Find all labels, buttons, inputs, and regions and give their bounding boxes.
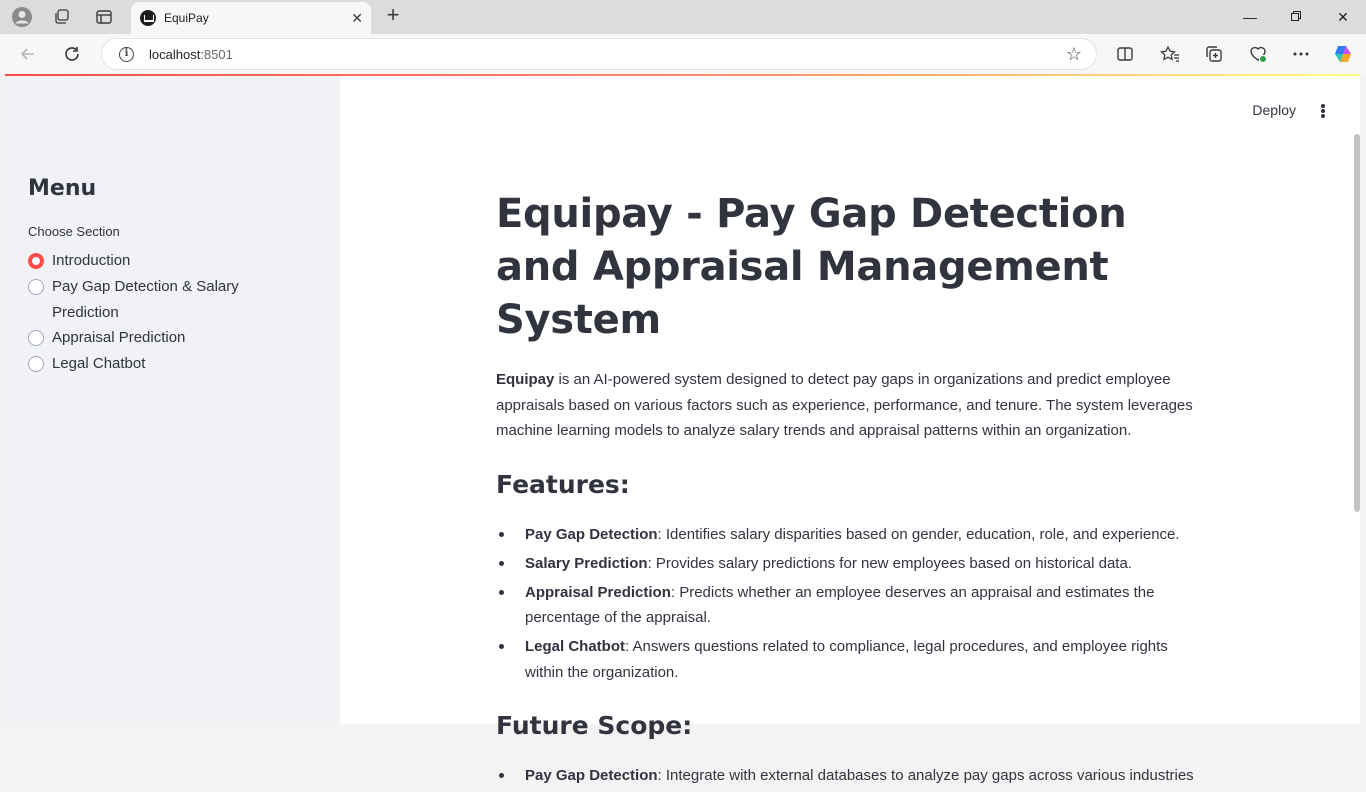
- minimize-icon[interactable]: —: [1241, 8, 1259, 26]
- workspaces-icon[interactable]: [51, 6, 73, 28]
- favorite-star-icon[interactable]: ☆: [1066, 44, 1082, 65]
- site-info-icon[interactable]: i: [119, 47, 134, 62]
- more-options-icon[interactable]: [1290, 43, 1312, 65]
- close-tab-icon[interactable]: ✕: [351, 10, 363, 26]
- page-content: Equipay - Pay Gap Detection and Appraisa…: [496, 188, 1196, 792]
- radio-option-label: Introduction: [52, 252, 131, 269]
- radio-option-legal-chatbot[interactable]: Legal Chatbot: [28, 355, 242, 377]
- radio-option-appraisal[interactable]: Appraisal Prediction: [28, 329, 242, 351]
- browser-essentials-icon[interactable]: [1247, 43, 1269, 65]
- radio-selected-icon[interactable]: [28, 253, 44, 269]
- list-item: Pay Gap Detection: Integrate with extern…: [496, 763, 1196, 789]
- profile-icon[interactable]: [11, 6, 33, 28]
- list-item: Legal Chatbot: Answers questions related…: [496, 634, 1196, 685]
- back-icon[interactable]: [16, 42, 40, 66]
- url-text: localhost:8501: [149, 47, 233, 62]
- radio-option-label: Appraisal Prediction: [52, 329, 186, 346]
- radio-option-pay-gap[interactable]: Pay Gap Detection & Salary Prediction: [28, 278, 242, 326]
- list-item: Salary Prediction: Provides salary predi…: [496, 551, 1196, 577]
- sidebar-title: Menu: [28, 176, 97, 201]
- tab-actions-icon[interactable]: [93, 6, 115, 28]
- radio-option-label: Pay Gap Detection & Salary Prediction: [52, 278, 239, 321]
- main-menu-icon[interactable]: [1315, 102, 1331, 120]
- radio-unselected-icon[interactable]: [28, 279, 44, 295]
- features-list: Pay Gap Detection: Identifies salary dis…: [496, 522, 1196, 686]
- close-window-icon[interactable]: ✕: [1334, 8, 1352, 26]
- split-screen-icon[interactable]: [1114, 43, 1136, 65]
- new-tab-icon[interactable]: +: [382, 4, 404, 27]
- radio-unselected-icon[interactable]: [28, 330, 44, 346]
- copilot-icon[interactable]: [1332, 43, 1354, 65]
- features-heading: Features:: [496, 469, 630, 499]
- radio-option-introduction[interactable]: Introduction: [28, 252, 242, 274]
- address-bar[interactable]: i localhost:8501 ☆: [101, 38, 1097, 70]
- intro-paragraph: Equipay is an AI-powered system designed…: [496, 371, 1193, 439]
- tab-equipay[interactable]: EquiPay ✕: [131, 2, 371, 34]
- radio-unselected-icon[interactable]: [28, 356, 44, 372]
- streamlit-favicon-icon: [140, 10, 156, 26]
- list-item: Appraisal Prediction: Predicts whether a…: [496, 580, 1196, 631]
- restore-icon[interactable]: [1287, 8, 1305, 26]
- tab-title: EquiPay: [164, 11, 209, 25]
- page-title: Equipay - Pay Gap Detection and Appraisa…: [496, 191, 1127, 343]
- reload-icon[interactable]: [60, 42, 84, 66]
- browser-tab-bar: EquiPay ✕ + — ✕: [0, 0, 1366, 34]
- deploy-button[interactable]: Deploy: [1252, 102, 1296, 118]
- future-scope-list: Pay Gap Detection: Integrate with extern…: [496, 763, 1196, 789]
- list-item: Pay Gap Detection: Identifies salary dis…: [496, 522, 1196, 548]
- radio-group-label: Choose Section: [28, 224, 120, 239]
- radio-option-label: Legal Chatbot: [52, 355, 146, 372]
- collections-icon[interactable]: [1203, 43, 1225, 65]
- scrollbar[interactable]: [1354, 134, 1360, 512]
- sidebar: Menu Choose Section Introduction Pay Gap…: [5, 76, 340, 724]
- future-scope-heading: Future Scope:: [496, 711, 693, 740]
- favorites-icon[interactable]: [1159, 43, 1181, 65]
- browser-toolbar: i localhost:8501 ☆: [0, 34, 1366, 74]
- main-content-area: Deploy Equipay - Pay Gap Detection and A…: [340, 76, 1360, 784]
